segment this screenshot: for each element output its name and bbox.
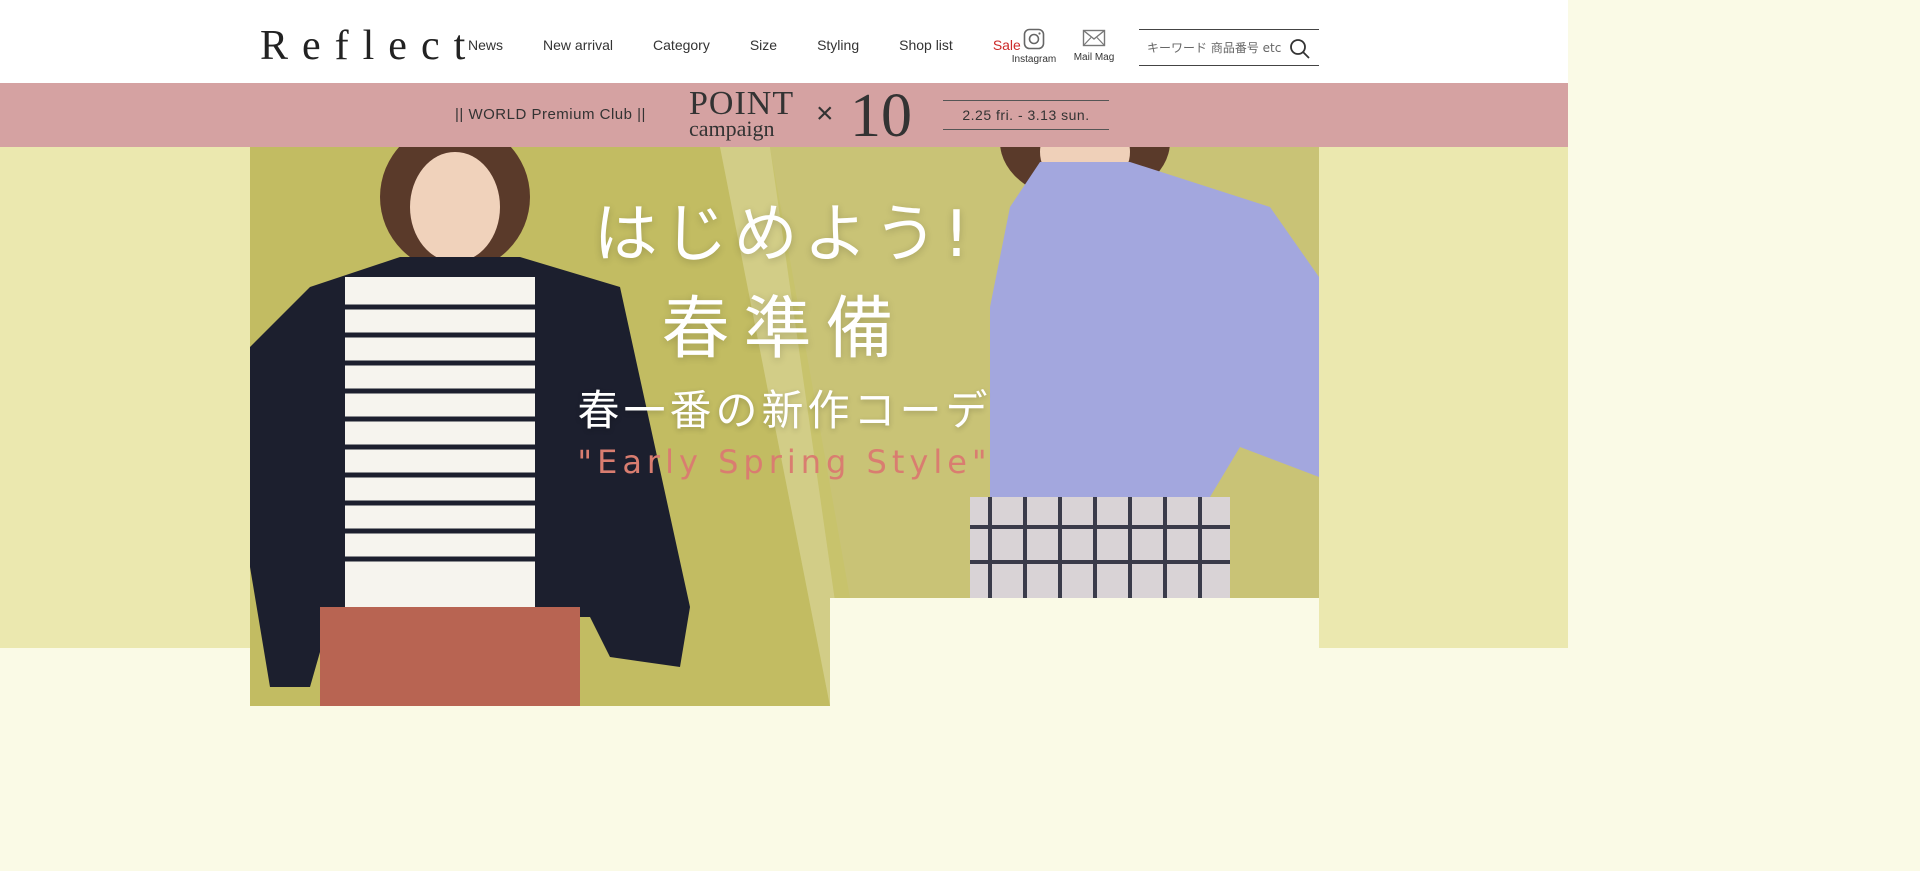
plaid-skirt <box>970 497 1230 598</box>
nav-size[interactable]: Size <box>750 37 777 53</box>
nav-shop-list[interactable]: Shop list <box>899 37 953 53</box>
search-button[interactable] <box>1289 38 1311 60</box>
premium-club-label: || WORLD Premium Club || <box>455 106 646 123</box>
hero-photo <box>250 147 1319 706</box>
mail-mag-link[interactable]: Mail Mag <box>1064 28 1124 63</box>
instagram-link[interactable]: Instagram <box>1004 28 1064 65</box>
instagram-icon <box>1023 28 1045 50</box>
main-nav: News New arrival Category Size Styling S… <box>468 34 1021 56</box>
brand-logo[interactable]: Reflect <box>260 20 479 72</box>
times-sign: × <box>816 97 834 130</box>
instagram-label: Instagram <box>1011 54 1057 65</box>
lavender-sweater <box>990 162 1319 497</box>
search-input[interactable] <box>1147 38 1285 58</box>
mail-mag-label: Mail Mag <box>1073 52 1115 63</box>
rust-pants <box>320 607 580 706</box>
nav-news[interactable]: News <box>468 37 503 53</box>
nav-new-arrival[interactable]: New arrival <box>543 37 613 53</box>
nav-styling[interactable]: Styling <box>817 37 859 53</box>
point-campaign-banner[interactable]: || WORLD Premium Club || POINT campaign … <box>0 83 1568 147</box>
nav-category[interactable]: Category <box>653 37 710 53</box>
search-icon <box>1290 39 1310 59</box>
hero-banner[interactable]: はじめよう! 春準備 春一番の新作コーデ "Early Spring Style… <box>250 147 1319 706</box>
point-multiplier: 10 <box>850 82 912 150</box>
mail-icon <box>1082 29 1106 47</box>
campaign-label: campaign <box>689 116 775 141</box>
site-header: Reflect News New arrival Category Size S… <box>0 0 1568 83</box>
campaign-dates: 2.25 fri. - 3.13 sun. <box>943 100 1109 130</box>
search-box <box>1139 29 1319 66</box>
